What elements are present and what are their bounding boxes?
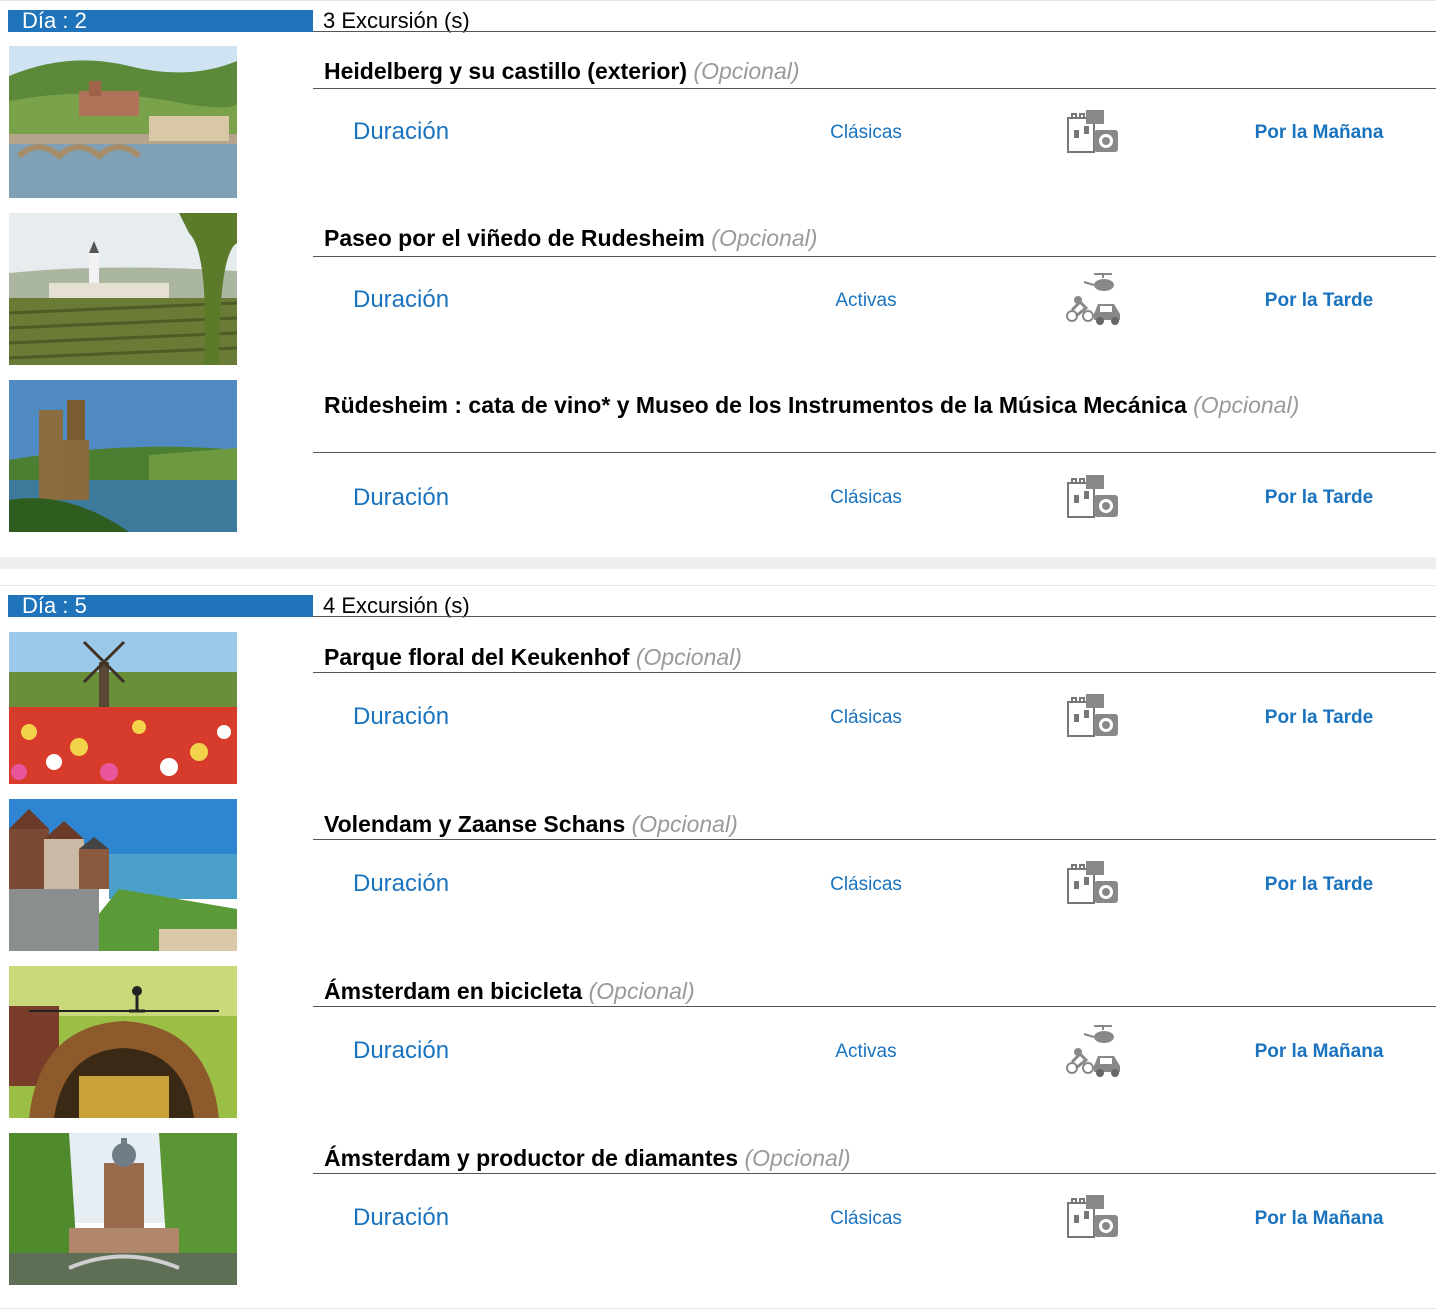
- excursion-name: Parque floral del Keukenhof: [324, 644, 630, 670]
- excursion-name: Ámsterdam en bicicleta: [324, 978, 583, 1004]
- time-of-day: Por la Tarde: [1264, 874, 1374, 895]
- divider: [313, 88, 1436, 89]
- excursion-photo[interactable]: [9, 632, 237, 784]
- excursion-name: Rüdesheim : cata de vino* y Museo de los…: [324, 392, 1187, 418]
- day-block-2: Día : 2 3 Excursión (s) Heidelberg y su …: [0, 0, 1436, 547]
- excursion-title[interactable]: Ámsterdam en bicicleta (Opcional): [324, 975, 1408, 1007]
- excursion-title[interactable]: Rüdesheim : cata de vino* y Museo de los…: [324, 389, 1408, 421]
- day-label: Día : 5: [8, 595, 313, 617]
- time-of-day: Por la Tarde: [1264, 487, 1374, 508]
- optional-tag: (Opcional): [711, 225, 818, 251]
- castle-camera-icon: [1064, 688, 1122, 746]
- castle-camera-icon: [1064, 104, 1122, 162]
- time-of-day: Por la Tarde: [1264, 707, 1374, 728]
- divider: [313, 839, 1436, 840]
- excursion-name: Volendam y Zaanse Schans: [324, 811, 626, 837]
- divider: [313, 452, 1436, 453]
- active-transport-icon: [1064, 270, 1122, 328]
- duration-link[interactable]: Duración: [353, 703, 449, 731]
- excursion-title[interactable]: Volendam y Zaanse Schans (Opcional): [324, 808, 1408, 840]
- excursion-photo[interactable]: [9, 380, 237, 532]
- divider: [313, 1173, 1436, 1174]
- duration-link[interactable]: Duración: [353, 484, 449, 512]
- excursion-name: Paseo por el viñedo de Rudesheim: [324, 225, 705, 251]
- excursion-title[interactable]: Paseo por el viñedo de Rudesheim (Opcion…: [324, 222, 1408, 254]
- excursion-item: Ámsterdam en bicicleta (Opcional) Duraci…: [0, 966, 1436, 1133]
- optional-tag: (Opcional): [1193, 392, 1300, 418]
- duration-link[interactable]: Duración: [353, 1037, 449, 1065]
- category-label: Clásicas: [830, 487, 902, 508]
- excursion-count: 3 Excursión (s): [323, 8, 470, 33]
- divider: [313, 672, 1436, 673]
- time-of-day: Por la Tarde: [1264, 290, 1374, 311]
- category-label: Activas: [835, 290, 897, 311]
- castle-camera-icon: [1064, 469, 1122, 527]
- divider: [313, 616, 1436, 617]
- excursion-photo[interactable]: [9, 46, 237, 198]
- duration-link[interactable]: Duración: [353, 286, 449, 314]
- excursion-photo[interactable]: [9, 213, 237, 365]
- category-label: Clásicas: [830, 1208, 902, 1229]
- castle-camera-icon: [1064, 855, 1122, 913]
- excursion-name: Heidelberg y su castillo (exterior): [324, 58, 688, 84]
- excursion-photo[interactable]: [9, 799, 237, 951]
- duration-link[interactable]: Duración: [353, 118, 449, 146]
- excursion-title[interactable]: Ámsterdam y productor de diamantes (Opci…: [324, 1142, 1408, 1174]
- excursion-item: Paseo por el viñedo de Rudesheim (Opcion…: [0, 213, 1436, 380]
- time-of-day: Por la Mañana: [1254, 122, 1384, 143]
- day-header: Día : 2 3 Excursión (s): [0, 0, 1436, 32]
- excursion-name: Ámsterdam y productor de diamantes: [324, 1145, 739, 1171]
- duration-link[interactable]: Duración: [353, 870, 449, 898]
- excursion-item: Parque floral del Keukenhof (Opcional) D…: [0, 632, 1436, 799]
- day-header: Día : 5 4 Excursión (s): [0, 585, 1436, 617]
- day-label: Día : 2: [8, 10, 313, 32]
- day-separator: [0, 557, 1436, 569]
- excursion-item: Heidelberg y su castillo (exterior) (Opc…: [0, 46, 1436, 213]
- excursion-title[interactable]: Parque floral del Keukenhof (Opcional): [324, 641, 1408, 673]
- optional-tag: (Opcional): [631, 811, 738, 837]
- category-label: Activas: [835, 1041, 897, 1062]
- excursion-item: Ámsterdam y productor de diamantes (Opci…: [0, 1133, 1436, 1300]
- excursion-title[interactable]: Heidelberg y su castillo (exterior) (Opc…: [324, 55, 1408, 87]
- excursion-count: 4 Excursión (s): [323, 593, 470, 618]
- optional-tag: (Opcional): [744, 1145, 851, 1171]
- category-label: Clásicas: [830, 874, 902, 895]
- category-label: Clásicas: [830, 707, 902, 728]
- excursion-photo[interactable]: [9, 1133, 237, 1285]
- divider: [0, 585, 1436, 586]
- excursion-item: Rüdesheim : cata de vino* y Museo de los…: [0, 380, 1436, 547]
- divider: [0, 0, 1436, 1]
- excursion-photo[interactable]: [9, 966, 237, 1118]
- optional-tag: (Opcional): [588, 978, 695, 1004]
- divider: [313, 256, 1436, 257]
- category-label: Clásicas: [830, 122, 902, 143]
- divider: [313, 31, 1436, 32]
- time-of-day: Por la Mañana: [1254, 1041, 1384, 1062]
- divider: [313, 1006, 1436, 1007]
- optional-tag: (Opcional): [635, 644, 742, 670]
- excursion-item: Volendam y Zaanse Schans (Opcional) Dura…: [0, 799, 1436, 966]
- optional-tag: (Opcional): [693, 58, 800, 84]
- divider: [0, 1308, 1436, 1309]
- time-of-day: Por la Mañana: [1254, 1208, 1384, 1229]
- castle-camera-icon: [1064, 1189, 1122, 1247]
- active-transport-icon: [1064, 1022, 1122, 1080]
- day-block-5: Día : 5 4 Excursión (s) Parque floral de…: [0, 585, 1436, 1300]
- duration-link[interactable]: Duración: [353, 1204, 449, 1232]
